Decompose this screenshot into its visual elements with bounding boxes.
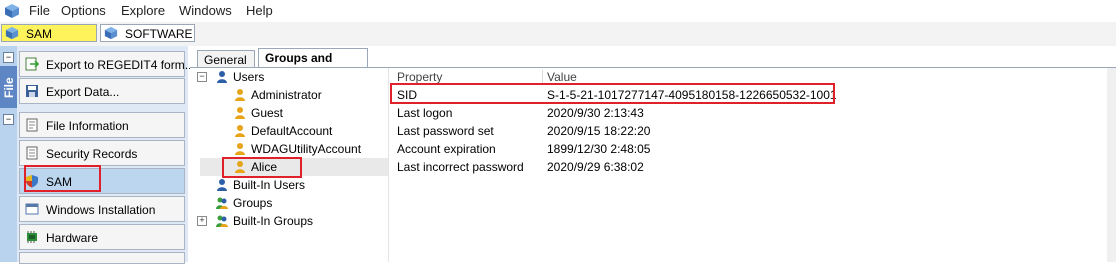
nav-label: File Information — [46, 119, 129, 133]
nav-label: Hardware — [46, 231, 99, 245]
property-value: 2020/9/29 6:38:02 — [547, 160, 644, 174]
highlight-sam-box — [24, 165, 101, 192]
highlight-sid-box — [390, 83, 835, 104]
file-tab-label: File — [2, 77, 16, 98]
tree-label: Guest — [251, 106, 284, 120]
button-label: Export Data... — [46, 85, 120, 99]
user-icon — [235, 143, 245, 155]
tab-groups-and-users[interactable]: Groups and Users — [258, 48, 368, 79]
hive-tab-label: SOFTWARE — [125, 27, 193, 41]
nav-next-partial[interactable] — [19, 252, 185, 264]
property-row-last-incorrect-password[interactable]: Last incorrect password 2020/9/29 6:38:0… — [390, 158, 1116, 176]
user-group-blue-icon — [217, 179, 227, 191]
collapse-file-icon[interactable]: − — [3, 52, 14, 63]
tree-label: Built-In Groups — [233, 214, 314, 228]
vertical-scrollbar[interactable] — [1107, 68, 1116, 262]
user-group-blue-icon — [217, 71, 227, 83]
property-value: 1899/12/30 2:48:05 — [547, 142, 651, 156]
property-name: Last password set — [397, 124, 494, 138]
expand-plus-icon[interactable]: + — [197, 216, 207, 226]
hive-cube-icon — [104, 26, 118, 40]
hive-tab-sam[interactable]: SAM — [1, 24, 97, 42]
tree-label: Groups — [233, 196, 273, 210]
nav-windows-installation[interactable]: Windows Installation — [19, 196, 185, 222]
hive-cube-icon — [5, 26, 19, 40]
export-regedit4-button[interactable]: Export to REGEDIT4 form... — [19, 51, 195, 77]
tree-label: WDAGUtilityAccount — [251, 142, 362, 156]
save-disk-icon — [26, 85, 38, 97]
menu-explore[interactable]: Explore — [121, 3, 165, 18]
menu-bar: File Options Explore Windows Help — [0, 0, 1116, 22]
chip-icon — [27, 231, 37, 243]
user-icon — [235, 89, 245, 101]
column-header-property[interactable]: Property — [397, 70, 442, 84]
nav-label: Windows Installation — [46, 203, 156, 217]
expand-minus-icon[interactable]: − — [197, 72, 207, 82]
property-name: Last logon — [397, 106, 453, 120]
left-strip: − File − — [0, 46, 17, 262]
nav-label: Security Records — [46, 147, 138, 161]
collapse-nav-icon[interactable]: − — [3, 114, 14, 125]
property-name: Account expiration — [397, 142, 496, 156]
menu-options[interactable]: Options — [61, 3, 106, 18]
hive-tab-software[interactable]: SOFTWARE — [100, 24, 195, 42]
window-icon — [25, 203, 39, 215]
app-cube-icon — [5, 4, 19, 18]
export-data-button[interactable]: Export Data... — [19, 78, 185, 104]
menu-windows[interactable]: Windows — [179, 3, 232, 18]
hive-tab-bar: SAM SOFTWARE — [0, 22, 1116, 47]
user-icon — [235, 125, 245, 137]
menu-help[interactable]: Help — [246, 3, 273, 18]
nav-security-records[interactable]: Security Records — [19, 140, 185, 166]
document-icon — [26, 118, 38, 132]
user-icon — [235, 107, 245, 119]
property-value: 2020/9/30 2:13:43 — [547, 106, 644, 120]
file-vertical-tab[interactable]: File — [0, 66, 17, 108]
property-row-account-expiration[interactable]: Account expiration 1899/12/30 2:48:05 — [390, 140, 1116, 158]
groups-icon — [216, 197, 228, 209]
tree-label: Administrator — [251, 88, 322, 102]
tab-general[interactable]: General — [197, 50, 255, 68]
groups-icon — [216, 215, 228, 227]
highlight-alice-box — [222, 157, 302, 178]
tree-label: DefaultAccount — [251, 124, 333, 138]
nav-hardware[interactable]: Hardware — [19, 224, 185, 250]
column-separator[interactable] — [542, 70, 543, 84]
property-row-last-logon[interactable]: Last logon 2020/9/30 2:13:43 — [390, 104, 1116, 122]
property-value: 2020/9/15 18:22:20 — [547, 124, 651, 138]
export-icon — [25, 57, 39, 71]
tree-label: Built-In Users — [233, 178, 306, 192]
property-row-last-password-set[interactable]: Last password set 2020/9/15 18:22:20 — [390, 122, 1116, 140]
menu-file[interactable]: File — [29, 3, 50, 18]
records-icon — [26, 146, 38, 160]
column-header-value[interactable]: Value — [547, 70, 577, 84]
button-label: Export to REGEDIT4 form... — [46, 58, 195, 72]
nav-file-information[interactable]: File Information — [19, 112, 185, 138]
property-name: Last incorrect password — [397, 160, 524, 174]
content-tab-bar: General Groups and Users — [188, 46, 1116, 79]
hive-tab-label: SAM — [26, 27, 53, 41]
tree-label: Users — [233, 70, 265, 84]
left-panel: Export to REGEDIT4 form... Export Data..… — [17, 46, 195, 264]
